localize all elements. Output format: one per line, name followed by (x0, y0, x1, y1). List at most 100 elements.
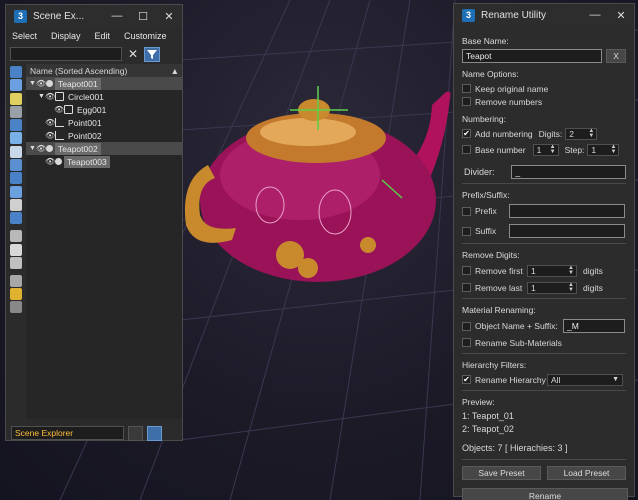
spinner-arrows-icon[interactable]: ▲ ▼ (568, 265, 576, 276)
remove-numbers-checkbox[interactable] (462, 97, 471, 106)
light-filter-icon[interactable] (10, 92, 22, 105)
tree-row[interactable]: 👁 Teapot003 (26, 155, 182, 168)
filter-button[interactable] (144, 46, 160, 62)
tree-row[interactable]: 👁 Egg001 (26, 103, 182, 116)
visibility-eye-icon[interactable]: 👁 (36, 79, 46, 88)
object-suffix-checkbox[interactable] (462, 321, 471, 331)
display-all-icon[interactable] (10, 230, 22, 243)
clear-search-icon[interactable]: ✕ (126, 47, 140, 61)
display-none-icon[interactable] (10, 243, 22, 256)
spinner-arrows-icon[interactable]: ▲ ▼ (610, 144, 618, 155)
visibility-eye-icon[interactable]: 👁 (45, 157, 55, 166)
rename-hierarchy-checkbox[interactable]: ✔ (462, 375, 471, 384)
visibility-eye-icon[interactable]: 👁 (45, 118, 55, 127)
column-header[interactable]: Name (Sorted Ascending) ▲ (26, 64, 182, 77)
tree-row[interactable]: 👁 Point001 (26, 116, 182, 129)
expand-triangle-icon[interactable]: ▼ (29, 145, 36, 152)
divider-field[interactable]: _ (511, 165, 626, 179)
tree-row-label: Circle001 (68, 91, 104, 102)
visibility-eye-icon[interactable]: 👁 (54, 105, 64, 114)
expand-triangle-icon[interactable]: ▼ (29, 80, 36, 87)
add-numbering-checkbox[interactable]: ✔ (462, 129, 471, 138)
base-number-checkbox[interactable] (462, 145, 471, 154)
visibility-eye-icon[interactable]: 👁 (45, 131, 55, 140)
separator (462, 298, 626, 299)
prefix-checkbox[interactable] (462, 206, 471, 216)
close-button[interactable]: ✕ (156, 5, 182, 27)
hierarchy-icon[interactable] (147, 425, 162, 441)
scene-explorer-titlebar[interactable]: 3 Scene Ex... — ☐ ✕ (6, 5, 182, 27)
load-preset-button[interactable]: Load Preset (547, 466, 626, 480)
remove-first-spinner[interactable]: 1 ▲ ▼ (527, 264, 577, 277)
remove-last-checkbox[interactable] (462, 283, 471, 292)
tree-row[interactable]: ▼ 👁 Circle001 (26, 90, 182, 103)
camera-filter-icon[interactable] (10, 105, 22, 118)
remove-first-checkbox[interactable] (462, 266, 471, 275)
clear-base-name-button[interactable]: X (606, 49, 626, 63)
frozen-filter-icon[interactable] (10, 198, 22, 211)
base-number-spinner[interactable]: 1 ▲ ▼ (532, 143, 559, 156)
shape-filter-icon[interactable] (10, 79, 22, 92)
filter-icon[interactable] (10, 274, 22, 287)
geometry-filter-icon[interactable] (10, 66, 22, 78)
digits-label: Digits: (538, 128, 563, 139)
container-filter-icon[interactable] (10, 185, 22, 198)
menu-edit[interactable]: Edit (95, 31, 111, 41)
prefix-field[interactable] (509, 204, 625, 218)
hidden-filter-icon[interactable] (10, 212, 22, 225)
menu-display[interactable]: Display (51, 31, 81, 41)
spacewarp-filter-icon[interactable] (10, 132, 22, 145)
base-name-field[interactable]: Teapot (462, 49, 603, 63)
layers-icon[interactable] (128, 425, 143, 441)
tree-row-label: Point001 (68, 117, 102, 128)
tree-row[interactable]: ▼ 👁 Teapot001 (26, 77, 182, 90)
maximize-button[interactable]: ☐ (130, 5, 156, 27)
visibility-eye-icon[interactable]: 👁 (45, 92, 55, 101)
search-input[interactable] (10, 47, 122, 61)
search-row: ✕ (6, 44, 182, 64)
rename-utility-titlebar[interactable]: 3 Rename Utility — ✕ (454, 4, 634, 26)
save-preset-button[interactable]: Save Preset (462, 466, 541, 480)
base-number-label: Base number (475, 144, 526, 155)
tree-row[interactable]: 👁 Point002 (26, 129, 182, 142)
bone-filter-icon[interactable] (10, 172, 22, 185)
menu-select[interactable]: Select (12, 31, 37, 41)
rename-button[interactable]: Rename (462, 488, 628, 500)
helper-filter-icon[interactable] (10, 119, 22, 132)
numbering-label: Numbering: (462, 114, 506, 124)
group-filter-icon[interactable] (10, 145, 22, 158)
close-button[interactable]: ✕ (608, 4, 634, 26)
object-suffix-field[interactable]: _M (563, 319, 625, 333)
helper-icon (55, 131, 64, 140)
hierarchy-dropdown[interactable]: All ▼ (547, 373, 623, 386)
base-name-label: Base Name: (462, 36, 509, 46)
minimize-button[interactable]: — (104, 5, 130, 27)
suffix-field[interactable] (509, 224, 625, 238)
remove-first-label: Remove first (475, 265, 523, 276)
lock-filter-icon[interactable] (10, 288, 22, 301)
remove-last-label: Remove last (475, 282, 523, 293)
spinner-arrows-icon[interactable]: ▲ ▼ (568, 282, 576, 293)
visibility-eye-icon[interactable]: 👁 (36, 144, 46, 153)
minimize-button[interactable]: — (582, 4, 608, 26)
objects-summary: Objects: 7 [ Hierachies: 3 ] (462, 443, 568, 453)
layer-icon[interactable] (10, 301, 22, 314)
rename-sub-materials-checkbox[interactable] (462, 338, 471, 347)
xref-filter-icon[interactable] (10, 159, 22, 172)
base-number-value: 1 (536, 144, 542, 155)
keep-original-checkbox[interactable] (462, 84, 471, 93)
spinner-arrows-icon[interactable]: ▲ ▼ (550, 144, 558, 155)
suffix-label: Suffix (475, 226, 497, 236)
expand-triangle-icon[interactable]: ▼ (38, 93, 45, 100)
suffix-checkbox[interactable] (462, 226, 471, 236)
remove-last-spinner[interactable]: 1 ▲ ▼ (527, 281, 577, 294)
chevron-down-icon: ▼ (612, 376, 619, 383)
spinner-arrows-icon[interactable]: ▲ ▼ (588, 128, 596, 139)
scene-name-field[interactable]: Scene Explorer (11, 426, 124, 440)
display-invert-icon[interactable] (10, 256, 22, 269)
step-spinner[interactable]: 1 ▲ ▼ (587, 143, 620, 156)
digits-spinner[interactable]: 2 ▲ ▼ (565, 127, 598, 140)
tree-row[interactable]: ▼ 👁 Teapot002 (26, 142, 182, 155)
menu-customize[interactable]: Customize (124, 31, 167, 41)
remove-numbers-label: Remove numbers (475, 96, 543, 107)
